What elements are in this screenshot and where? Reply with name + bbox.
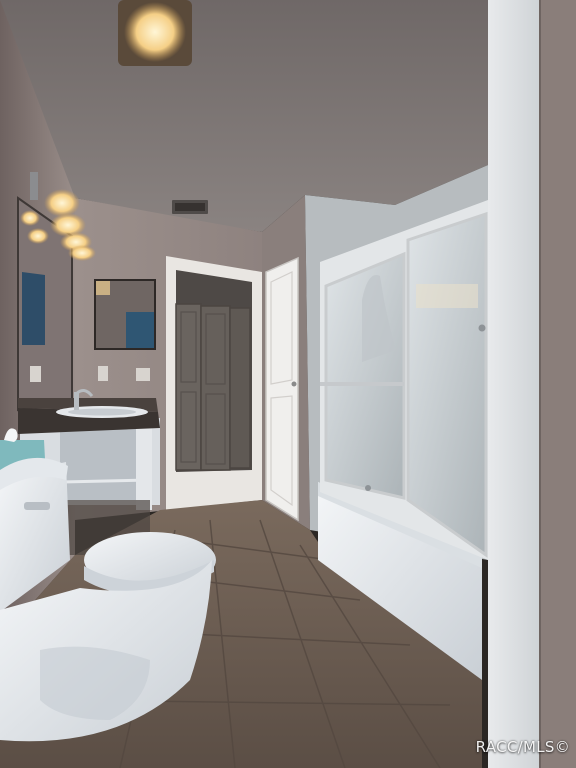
- bathroom-photo: RACC/MLS©: [0, 0, 576, 768]
- photo-illustration: [0, 0, 576, 768]
- right-edge-wall: [540, 0, 576, 768]
- outlet: [98, 366, 108, 381]
- back-mirror-reflection: [126, 312, 154, 348]
- outlet-2: [136, 368, 150, 381]
- vanity-side-panel: [136, 428, 152, 510]
- back-mirror-light-reflection: [96, 281, 110, 295]
- tub-drain: [365, 485, 371, 491]
- door-knob: [291, 381, 297, 387]
- ceiling-light-glow: [124, 2, 186, 62]
- toilet-flush-handle: [24, 502, 50, 510]
- mirror-reflection-window: [22, 272, 45, 345]
- mls-watermark: RACC/MLS©: [475, 738, 570, 756]
- ceiling-vent-grille: [175, 203, 205, 211]
- light-reflection-glass: [416, 284, 478, 308]
- door-handle: [478, 324, 486, 332]
- light-switch: [30, 366, 41, 382]
- right-wall: [488, 0, 540, 768]
- closet-bifold-door: [175, 303, 251, 471]
